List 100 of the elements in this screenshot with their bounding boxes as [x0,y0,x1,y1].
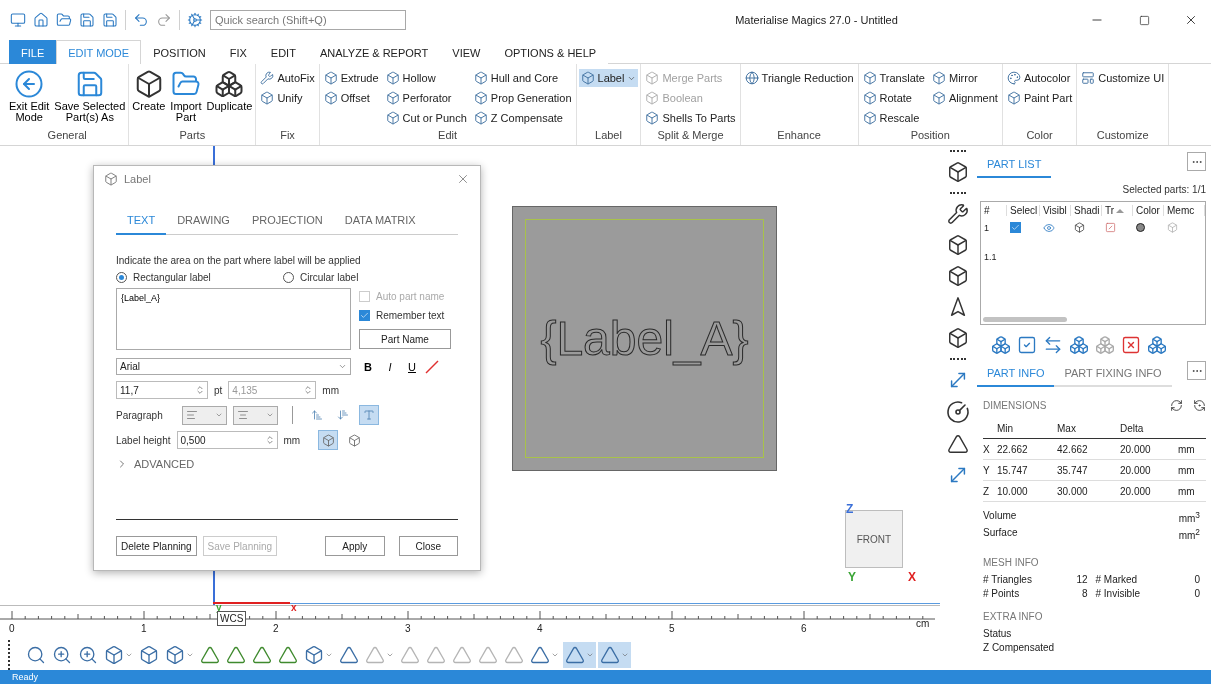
ribbon-button[interactable]: Triangle Reduction [742,69,856,87]
ribbon-tab[interactable]: FILE [9,40,57,64]
scrollbar[interactable] [983,317,1067,322]
unit-label: mm [283,434,301,446]
section-title: MESH INFO [983,556,1039,568]
more-button[interactable] [1187,152,1206,171]
column-header[interactable]: Tr [1102,205,1133,216]
triangle-icon [365,645,385,665]
selected-parts-count: Selected parts: 1/1 [1121,184,1206,195]
ribbon-button[interactable]: Hollow [383,69,469,87]
ribbon-button[interactable]: Alignment [930,89,1000,107]
ribbon-button[interactable]: Import Part [169,69,203,129]
dialog-tab[interactable]: DATA MATRIX [333,208,427,235]
alignment-dropdown[interactable] [182,405,227,425]
ribbon-button[interactable]: Rescale [860,109,927,127]
label-height-field[interactable]: 0,500 [176,431,278,449]
cube-icon [165,645,185,665]
dialog-tab[interactable]: PROJECTION [240,208,334,235]
cube-icon [1006,91,1021,105]
ribbon-button[interactable]: Rotate [860,89,927,107]
advanced-expander[interactable]: ADVANCED [116,458,195,470]
ribbon-button[interactable]: Create [131,69,167,129]
ribbon-button[interactable]: Exit Edit Mode [8,69,51,129]
cube-icon [645,91,660,105]
dialog-button[interactable]: Apply [325,536,385,556]
format-button[interactable]: B [359,360,377,373]
ribbon-button[interactable]: Unify [258,89,317,107]
ribbon-button[interactable]: Perforator [383,89,469,107]
ribbon-button[interactable]: Extrude [321,69,381,87]
column-header[interactable]: # [981,205,1007,216]
magnifier-icon [26,645,46,665]
column-header[interactable]: Selecl [1007,205,1040,216]
axis-name: X [983,443,991,455]
cubes-icon [991,335,1011,355]
column-header[interactable]: Visibl [1040,205,1071,216]
radio-label: Circular label [300,272,359,283]
group-label: Label [594,129,623,143]
ribbon-button[interactable]: Cut or Punch [383,109,469,127]
ribbon-button[interactable]: Translate [860,69,927,87]
axis-label: X [908,570,916,584]
checkbox[interactable] [1010,222,1021,233]
format-button[interactable]: U [403,360,421,373]
dialog-button[interactable]: Close [398,536,458,556]
column-header[interactable]: Memc [1164,205,1205,216]
ribbon-button[interactable]: Paint Part [1004,89,1075,107]
ribbon-button[interactable]: Prop Generation [471,89,574,107]
ribbon-button[interactable]: Offset [321,89,381,107]
text-orientation-toggle[interactable] [359,405,379,425]
ribbon-button[interactable]: Customize UI [1079,69,1167,87]
font-size-field[interactable]: 11,7 [116,381,208,399]
table-cell-text: 20.000 [1120,485,1152,497]
close-button[interactable] [456,172,470,186]
wcs-tag: WCS [217,611,247,626]
format-button[interactable]: I [381,360,399,373]
label-text-field[interactable]: {Label_A} [116,288,351,350]
view-tool-button[interactable] [563,642,596,668]
ribbon-button[interactable]: AutoFix [258,69,317,87]
magnifier-icon [52,645,72,665]
dialog-tab[interactable]: DRAWING [166,208,241,235]
group-label: Color [1025,129,1054,143]
cubes-icon [214,69,245,99]
eye-icon [1043,221,1055,234]
check-icon [1011,223,1020,232]
ribbon-button[interactable]: Save Selected Part(s) As [53,69,127,129]
ribbon-button[interactable]: Hull and Core [471,69,574,87]
ribbon-button[interactable]: Duplicate [205,69,254,129]
property-label: # Triangles [983,573,1033,585]
dialog-button[interactable]: Delete Planning [116,536,197,556]
cube-icon [645,71,660,85]
triangle-icon [478,645,498,665]
ribbon-button[interactable]: Z Compensate [471,109,574,127]
column-header[interactable]: Shadi [1071,205,1102,216]
ribbon-tab[interactable]: EDIT MODE [56,40,142,64]
property-label: Surface [983,527,1018,541]
property-label: Z Compensated [983,641,1055,653]
ruler-label: 5 [669,623,675,634]
dialog-tab[interactable]: TEXT [116,208,167,235]
part-name-button[interactable]: Part Name [359,329,451,349]
cube-icon [862,91,877,105]
ribbon-button[interactable]: Label [578,69,639,87]
panel-tab[interactable]: PART FIXING INFO [1054,363,1172,387]
column-header[interactable]: Color [1133,205,1164,216]
ruler-label: 2 [273,623,279,634]
more-button[interactable] [1187,361,1206,380]
checkbox[interactable] [359,310,370,321]
view-tool-button[interactable] [598,642,631,668]
ribbon-button[interactable]: Shells To Parts [643,109,738,127]
globe-icon [744,71,759,85]
table-cell-text: 35.747 [1057,464,1089,476]
ribbon-button[interactable]: Autocolor [1004,69,1075,87]
group-label: Fix [279,129,296,143]
search-field[interactable]: Quick search (Shift+Q) [210,10,406,30]
panel-tab[interactable]: PART LIST [977,154,1052,178]
emboss-toggle[interactable] [318,430,339,450]
alignment-dropdown[interactable] [233,405,278,425]
panel-tab[interactable]: PART INFO [977,363,1055,387]
ribbon-button[interactable]: Mirror [930,69,1000,87]
table-cell-text: 1.1 [983,251,998,262]
spin-arrows-icon [195,385,205,395]
font-select[interactable]: Arial [116,358,351,375]
